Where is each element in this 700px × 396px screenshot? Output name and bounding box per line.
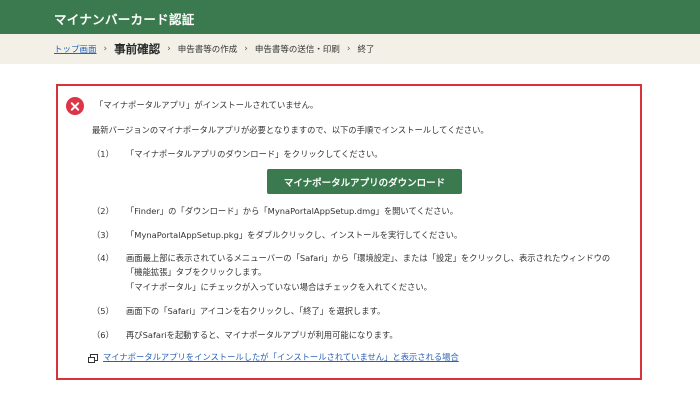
step-number: （6） xyxy=(92,330,114,340)
step-text: 「マイナポータルアプリのダウンロード」をクリックしてください。 xyxy=(126,149,383,159)
step-number: （3） xyxy=(92,230,114,240)
download-app-button[interactable]: マイナポータルアプリのダウンロード xyxy=(267,169,462,194)
error-intro: 最新バージョンのマイナポータルアプリが必要となりますので、以下の手順でインストー… xyxy=(92,125,489,135)
step-number: （4） xyxy=(92,253,114,263)
error-title: 「マイナポータルアプリ」がインストールされていません。 xyxy=(95,100,319,110)
breadcrumb-step-end: 終了 xyxy=(357,45,375,55)
breadcrumb-current-step: 事前確認 xyxy=(114,42,161,56)
step-4-line-2: 「機能拡張」タブをクリックします。 xyxy=(126,267,267,277)
breadcrumb-bar: トップ画面 › 事前確認 › 申告書等の作成 › 申告書等の送信・印刷 › 終了 xyxy=(0,34,700,64)
step-text: 再びSafariを起動すると、マイナポータルアプリが利用可能になります。 xyxy=(126,330,398,340)
step-2: （2） 「Finder」の「ダウンロード」から「MynaPortalAppSetu… xyxy=(92,205,458,217)
breadcrumb-step-create: 申告書等の作成 xyxy=(177,45,238,55)
step-text: 画面最上部に表示されているメニューバーの「Safari」から「環境設定」、または… xyxy=(126,253,611,263)
help-link-row: マイナポータルアプリをインストールしたが「インストールされていません」と表示され… xyxy=(88,351,459,363)
not-installed-help-link[interactable]: マイナポータルアプリをインストールしたが「インストールされていません」と表示され… xyxy=(103,351,459,363)
step-text: 「MynaPortalAppSetup.pkg」をダブルクリックし、インストール… xyxy=(126,230,463,240)
app-header: マイナンバーカード認証 xyxy=(0,0,700,34)
step-1: （1） 「マイナポータルアプリのダウンロード」をクリックしてください。 xyxy=(92,148,383,160)
step-number: （2） xyxy=(92,206,114,216)
step-4: （4） 画面最上部に表示されているメニューバーの「Safari」から「環境設定」、… xyxy=(92,252,610,264)
error-x-circle-icon xyxy=(66,97,84,115)
step-text: 画面下の「Safari」アイコンを右クリックし、「終了」を選択します。 xyxy=(126,306,386,316)
step-number: （5） xyxy=(92,306,114,316)
external-window-icon xyxy=(88,353,98,363)
breadcrumb-separator: › xyxy=(167,44,171,54)
step-4-line-3: 「マイナポータル」にチェックが入っていない場合はチェックを入れてください。 xyxy=(126,282,432,292)
app-title: マイナンバーカード認証 xyxy=(54,12,195,27)
breadcrumb-separator: › xyxy=(244,44,248,54)
breadcrumb-separator: › xyxy=(103,44,108,54)
breadcrumb: トップ画面 › 事前確認 › 申告書等の作成 › 申告書等の送信・印刷 › 終了 xyxy=(54,34,375,64)
breadcrumb-step-send: 申告書等の送信・印刷 xyxy=(254,45,340,55)
step-6: （6） 再びSafariを起動すると、マイナポータルアプリが利用可能になります。 xyxy=(92,329,398,341)
step-text: 「Finder」の「ダウンロード」から「MynaPortalAppSetup.d… xyxy=(126,206,459,216)
step-3: （3） 「MynaPortalAppSetup.pkg」をダブルクリックし、インス… xyxy=(92,229,462,241)
step-number: （1） xyxy=(92,149,114,159)
step-5: （5） 画面下の「Safari」アイコンを右クリックし、「終了」を選択します。 xyxy=(92,305,385,317)
breadcrumb-top-link[interactable]: トップ画面 xyxy=(54,43,97,55)
breadcrumb-separator: › xyxy=(346,44,351,54)
